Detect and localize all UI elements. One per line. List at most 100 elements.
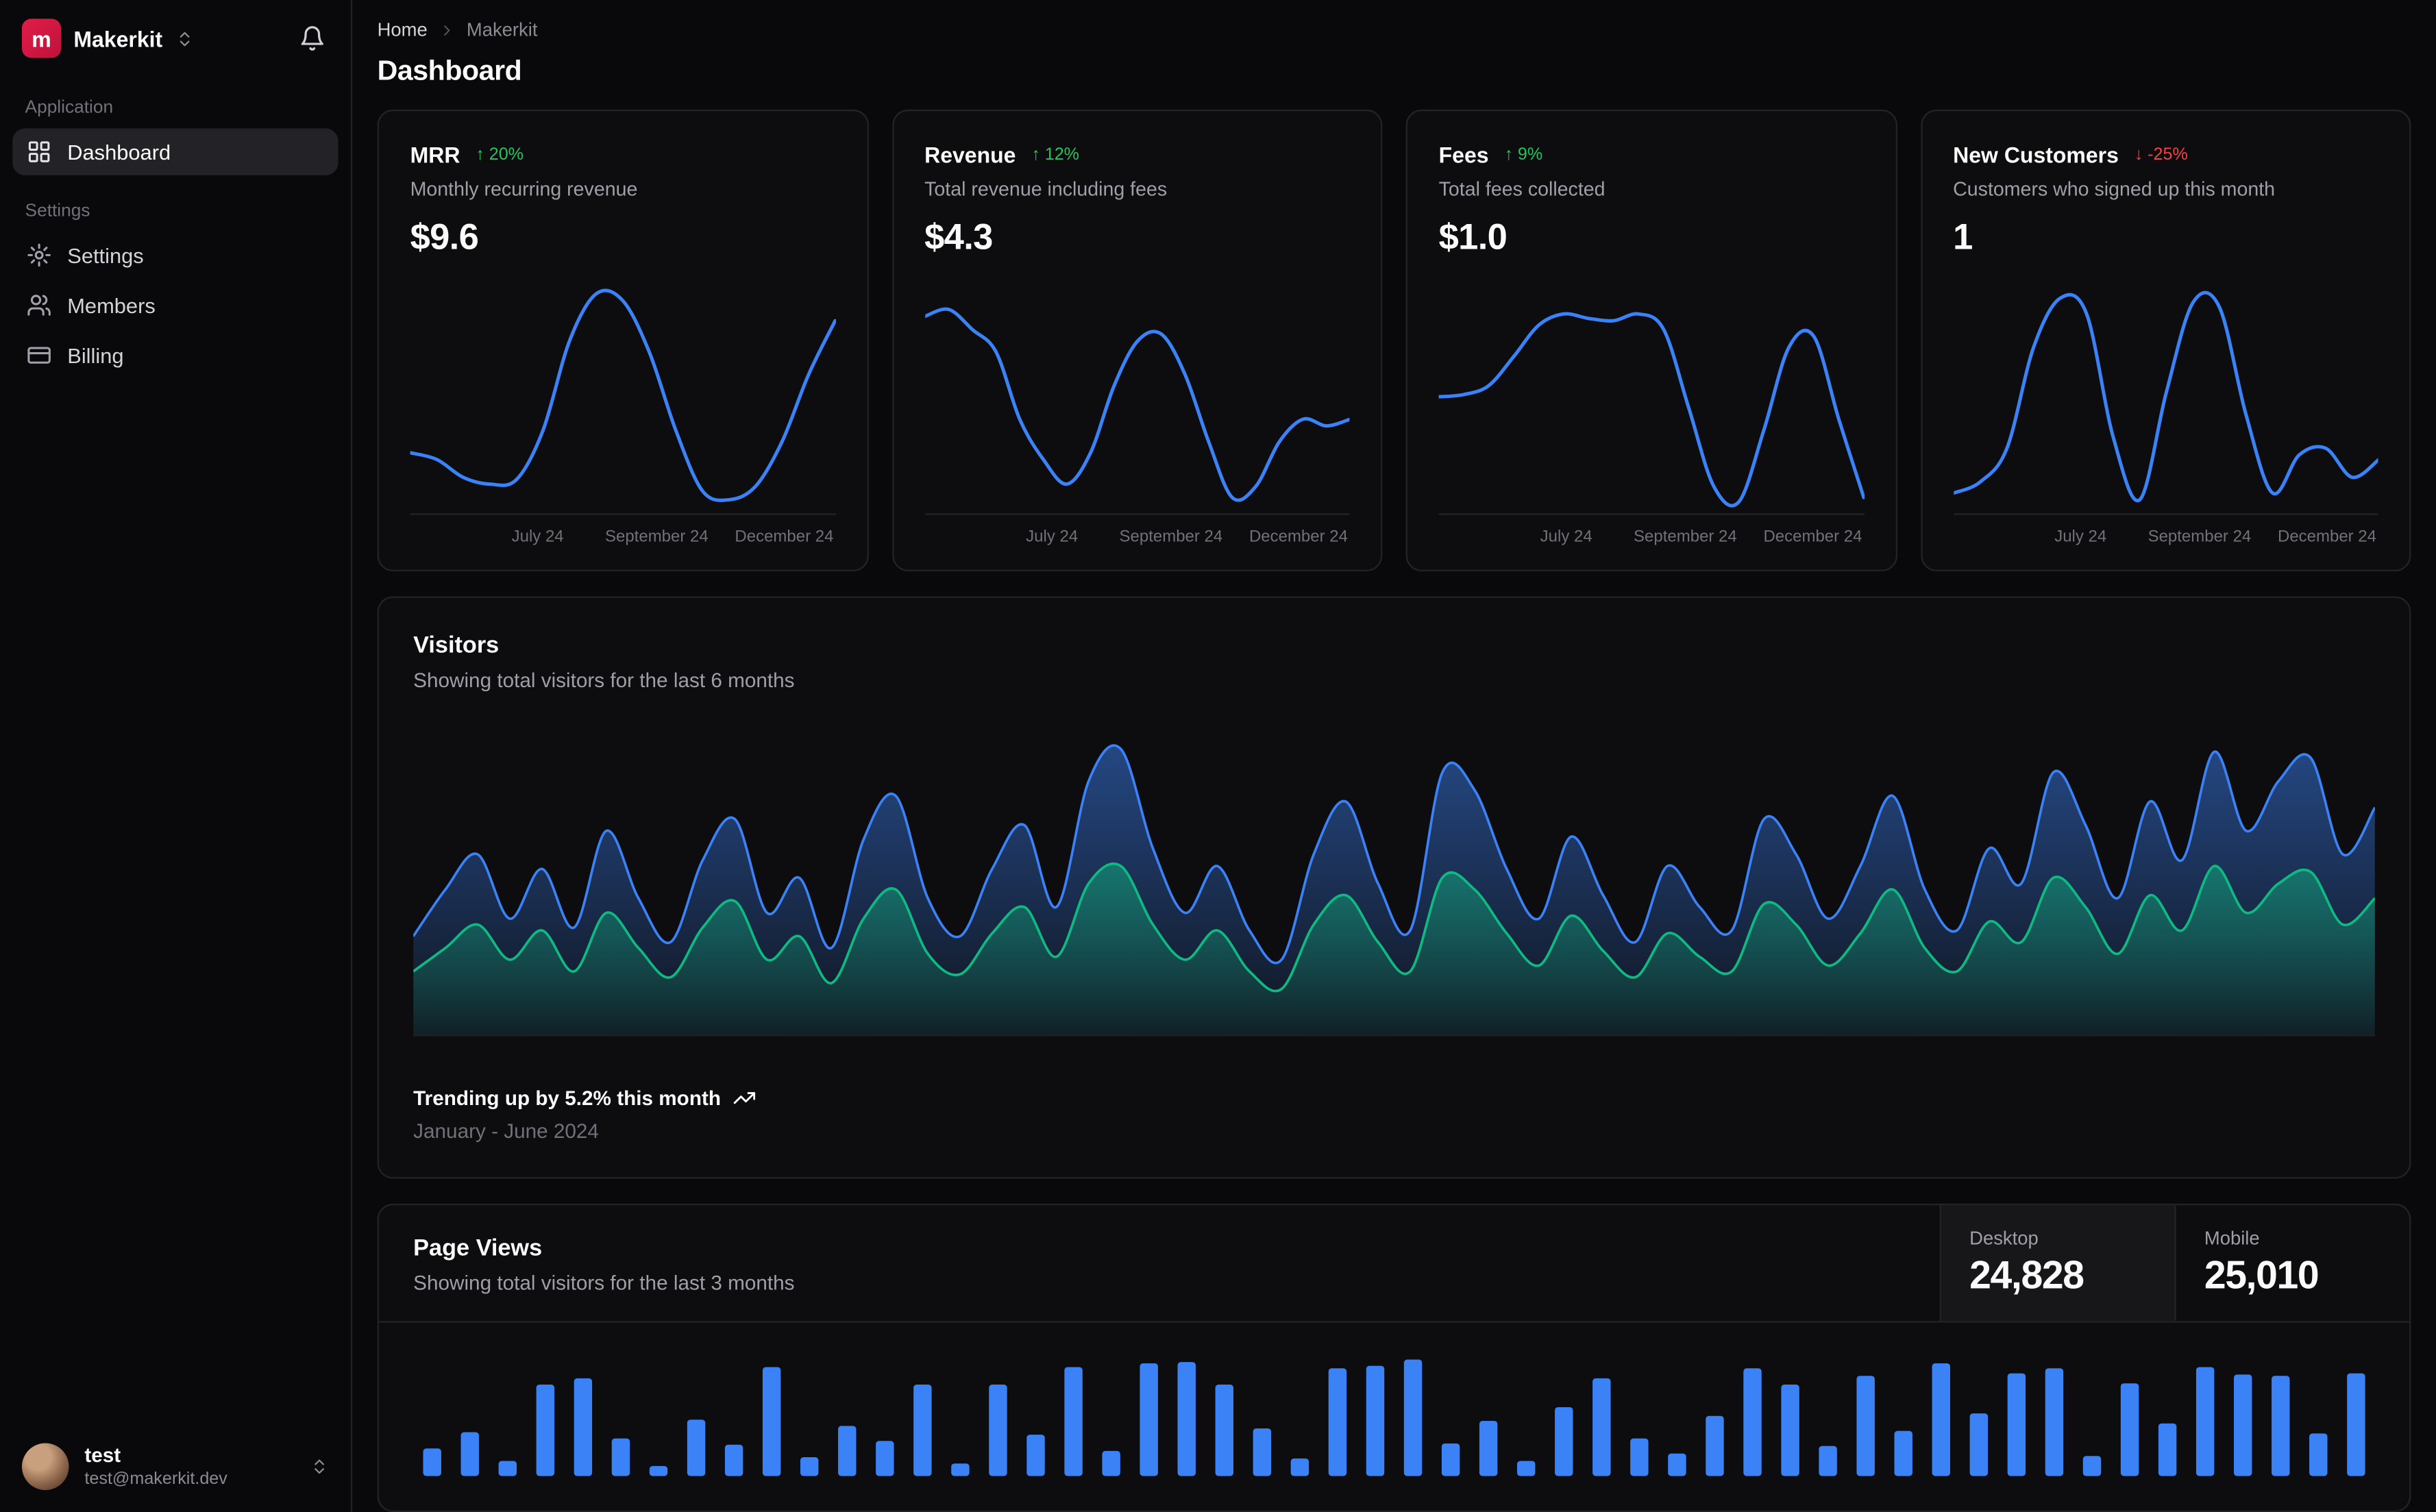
dashboard-grid-icon bbox=[28, 141, 50, 162]
trend-badge: ↓ -25% bbox=[2134, 145, 2188, 164]
visitors-period: January - June 2024 bbox=[413, 1119, 599, 1143]
stat-label: MRR bbox=[410, 142, 460, 168]
bell-icon bbox=[301, 26, 323, 51]
desktop-label: Desktop bbox=[1969, 1227, 2039, 1250]
credit-card-icon bbox=[27, 347, 51, 364]
gear-icon bbox=[27, 243, 51, 267]
sidebar-item-label: Settings bbox=[67, 243, 144, 267]
page-views-header: Page Views Showing total visitors for th… bbox=[378, 1205, 2410, 1323]
breadcrumb-home-link[interactable]: Home bbox=[378, 18, 428, 40]
user-meta: test test@makerkit.dev bbox=[84, 1443, 294, 1490]
chevron-right-icon bbox=[444, 25, 450, 35]
x-tick: July 24 bbox=[1540, 527, 1592, 547]
x-tick: December 24 bbox=[1763, 527, 1862, 547]
user-menu[interactable]: test test@makerkit.dev bbox=[0, 1424, 351, 1512]
nav-section-settings: Settings bbox=[25, 201, 90, 221]
page-views-desktop-toggle[interactable]: Desktop 24,828 bbox=[1939, 1205, 2175, 1322]
x-tick: December 24 bbox=[735, 527, 834, 547]
sidebar-item-label: Members bbox=[67, 293, 156, 317]
stat-label: Revenue bbox=[924, 142, 1016, 168]
page-views-subtitle: Showing total visitors for the last 3 mo… bbox=[413, 1271, 795, 1295]
trend-down-icon: ↓ bbox=[2134, 145, 2143, 164]
visitors-title: Visitors bbox=[413, 632, 500, 659]
stat-value: $9.6 bbox=[410, 216, 479, 257]
trend-badge: ↑ 9% bbox=[1504, 145, 1542, 164]
users-icon bbox=[27, 295, 51, 316]
x-axis-ticks: July 24 September 24 December 24 bbox=[924, 528, 1349, 551]
stat-card-fees: Fees ↑ 9% Total fees collected $1.0 July … bbox=[1405, 109, 1897, 571]
stat-card-new-customers: New Customers ↓ -25% Customers who signed… bbox=[1920, 109, 2411, 571]
app-window: m Makerkit Application Dashboard Setting… bbox=[0, 0, 2436, 1512]
sidebar-item-settings[interactable]: Settings bbox=[12, 232, 338, 279]
workspace-selector[interactable]: m Makerkit bbox=[21, 18, 293, 58]
sidebar-item-label: Dashboard bbox=[67, 140, 171, 164]
x-tick: December 24 bbox=[2277, 527, 2376, 547]
sidebar-item-members[interactable]: Members bbox=[12, 282, 338, 329]
x-tick: September 24 bbox=[2148, 527, 2252, 547]
nav-section-application: Application bbox=[25, 98, 114, 118]
sidebar-item-label: Billing bbox=[67, 343, 124, 367]
mobile-value: 25,010 bbox=[2204, 1254, 2320, 1298]
chevrons-up-down-icon bbox=[180, 31, 190, 46]
stat-cards-row: MRR ↑ 20% Monthly recurring revenue $9.6 … bbox=[377, 109, 2411, 571]
visitors-footer: Trending up by 5.2% this month January -… bbox=[413, 1087, 2375, 1143]
page-title: Dashboard bbox=[377, 54, 522, 86]
trend-badge: ↑ 12% bbox=[1031, 145, 1079, 164]
user-name: test bbox=[84, 1443, 121, 1467]
nav-settings: Settings Members Billing bbox=[0, 230, 351, 380]
stat-value: 1 bbox=[1953, 216, 1973, 257]
page-views-card: Page Views Showing total visitors for th… bbox=[377, 1203, 2411, 1512]
stat-value: $1.0 bbox=[1438, 216, 1508, 257]
app-logo-letter: m bbox=[32, 25, 51, 51]
x-axis-ticks: July 24 September 24 December 24 bbox=[1953, 528, 2378, 551]
stat-description: Customers who signed up this month bbox=[1953, 178, 2276, 201]
page-views-bar-chart bbox=[413, 1348, 2375, 1476]
stat-label: Fees bbox=[1438, 142, 1489, 168]
app-logo: m bbox=[21, 18, 62, 58]
stat-description: Total fees collected bbox=[1438, 178, 1605, 201]
stat-value: $4.3 bbox=[924, 216, 993, 257]
workspace-name: Makerkit bbox=[73, 25, 163, 51]
stat-card-revenue: Revenue ↑ 12% Total revenue including fee… bbox=[891, 109, 1383, 571]
page-views-title: Page Views bbox=[413, 1235, 543, 1262]
x-axis-ticks: July 24 September 24 December 24 bbox=[1439, 528, 1864, 551]
stat-card-mrr: MRR ↑ 20% Monthly recurring revenue $9.6 … bbox=[377, 109, 868, 571]
chevrons-up-down-icon bbox=[315, 1459, 324, 1474]
nav-application: Dashboard bbox=[0, 127, 351, 177]
sidebar-item-billing[interactable]: Billing bbox=[12, 332, 338, 379]
notifications-button[interactable] bbox=[293, 18, 332, 58]
trend-value: 20% bbox=[489, 145, 524, 164]
mobile-label: Mobile bbox=[2204, 1227, 2260, 1250]
x-tick: September 24 bbox=[1119, 527, 1223, 547]
trend-up-icon: ↑ bbox=[1031, 145, 1040, 164]
sidebar-item-dashboard[interactable]: Dashboard bbox=[12, 128, 339, 175]
x-tick: December 24 bbox=[1248, 527, 1348, 547]
page-views-mobile-toggle[interactable]: Mobile 25,010 bbox=[2174, 1205, 2409, 1322]
stat-description: Total revenue including fees bbox=[924, 178, 1168, 201]
visitors-card: Visitors Showing total visitors for the … bbox=[377, 596, 2411, 1179]
trend-value: -25% bbox=[2148, 145, 2188, 164]
x-tick: September 24 bbox=[605, 527, 709, 547]
trend-up-icon: ↑ bbox=[1504, 145, 1513, 164]
stat-label: New Customers bbox=[1953, 142, 2119, 168]
trend-value: 9% bbox=[1517, 145, 1543, 164]
visitors-subtitle: Showing total visitors for the last 6 mo… bbox=[413, 668, 795, 692]
stat-description: Monthly recurring revenue bbox=[410, 178, 638, 201]
trend-badge: ↑ 20% bbox=[476, 145, 524, 164]
trending-up-icon bbox=[734, 1092, 756, 1104]
main-content: Home Makerkit Dashboard MRR ↑ 20% Monthly… bbox=[352, 0, 2436, 1512]
new-customers-sparkline-chart bbox=[1953, 277, 2378, 515]
revenue-sparkline-chart bbox=[924, 277, 1350, 515]
x-tick: July 24 bbox=[511, 527, 564, 547]
trend-up-icon: ↑ bbox=[476, 145, 484, 164]
user-email: test@makerkit.dev bbox=[84, 1469, 227, 1488]
x-axis-ticks: July 24 September 24 December 24 bbox=[410, 528, 835, 551]
breadcrumb: Home Makerkit bbox=[378, 18, 2411, 40]
sidebar-header: m Makerkit bbox=[0, 0, 351, 73]
sidebar: m Makerkit Application Dashboard Setting… bbox=[0, 0, 353, 1512]
desktop-value: 24,828 bbox=[1969, 1254, 2084, 1298]
x-tick: July 24 bbox=[1026, 527, 1079, 547]
mrr-sparkline-chart bbox=[410, 277, 835, 515]
visitors-area-chart bbox=[413, 730, 2375, 1037]
breadcrumb-current: Makerkit bbox=[466, 18, 538, 41]
